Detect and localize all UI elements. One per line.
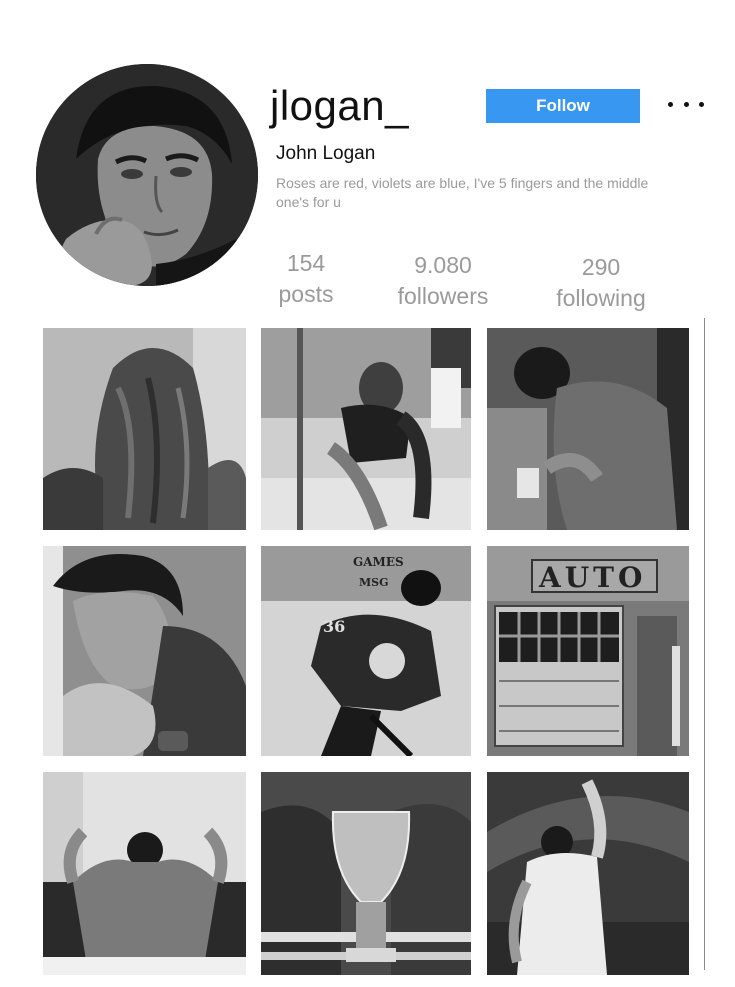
post-image: GAMES MSG 36 bbox=[261, 546, 471, 756]
post-thumbnail[interactable] bbox=[43, 328, 246, 530]
username: jlogan_ bbox=[270, 82, 409, 129]
post-image bbox=[43, 546, 246, 756]
post-image bbox=[43, 772, 246, 975]
post-image bbox=[43, 328, 246, 530]
ellipsis-dot bbox=[699, 101, 704, 107]
post-thumbnail[interactable]: GAMES MSG 36 bbox=[261, 546, 471, 756]
post-image: AUTO bbox=[487, 546, 689, 756]
divider-line bbox=[704, 318, 705, 970]
post-thumbnail[interactable] bbox=[261, 772, 471, 975]
ellipsis-dot bbox=[668, 101, 673, 107]
followers-stat[interactable]: 9.080 followers bbox=[380, 250, 506, 312]
bio-text: Roses are red, violets are blue, I've 5 … bbox=[276, 175, 649, 210]
ellipsis-dot bbox=[683, 101, 689, 107]
banner-text: GAMES bbox=[353, 555, 404, 569]
following-count: 290 bbox=[581, 254, 621, 280]
follow-button[interactable]: Follow bbox=[486, 89, 640, 123]
posts-count: 154 bbox=[286, 250, 326, 276]
jersey-number: 36 bbox=[323, 617, 345, 636]
banner-text-2: MSG bbox=[359, 576, 389, 589]
post-thumbnail[interactable] bbox=[43, 772, 246, 975]
post-image bbox=[261, 772, 471, 975]
ellipsis-icon[interactable] bbox=[668, 96, 704, 112]
post-image bbox=[487, 772, 689, 975]
full-name: John Logan bbox=[276, 143, 376, 164]
post-image bbox=[261, 328, 471, 530]
post-image bbox=[487, 328, 689, 530]
following-label: following bbox=[556, 285, 646, 311]
avatar-image bbox=[36, 64, 258, 286]
posts-stat: 154 posts bbox=[266, 248, 346, 310]
post-thumbnail[interactable]: AUTO bbox=[487, 546, 689, 756]
profile-avatar[interactable] bbox=[36, 64, 258, 286]
garage-sign: AUTO bbox=[538, 561, 646, 594]
post-thumbnail[interactable] bbox=[487, 328, 689, 530]
followers-count: 9.080 bbox=[414, 252, 472, 278]
followers-label: followers bbox=[397, 283, 489, 309]
following-stat[interactable]: 290 following bbox=[540, 252, 662, 314]
post-thumbnail[interactable] bbox=[43, 546, 246, 756]
post-thumbnail[interactable] bbox=[487, 772, 689, 975]
posts-label: posts bbox=[278, 281, 334, 307]
post-thumbnail[interactable] bbox=[261, 328, 471, 530]
